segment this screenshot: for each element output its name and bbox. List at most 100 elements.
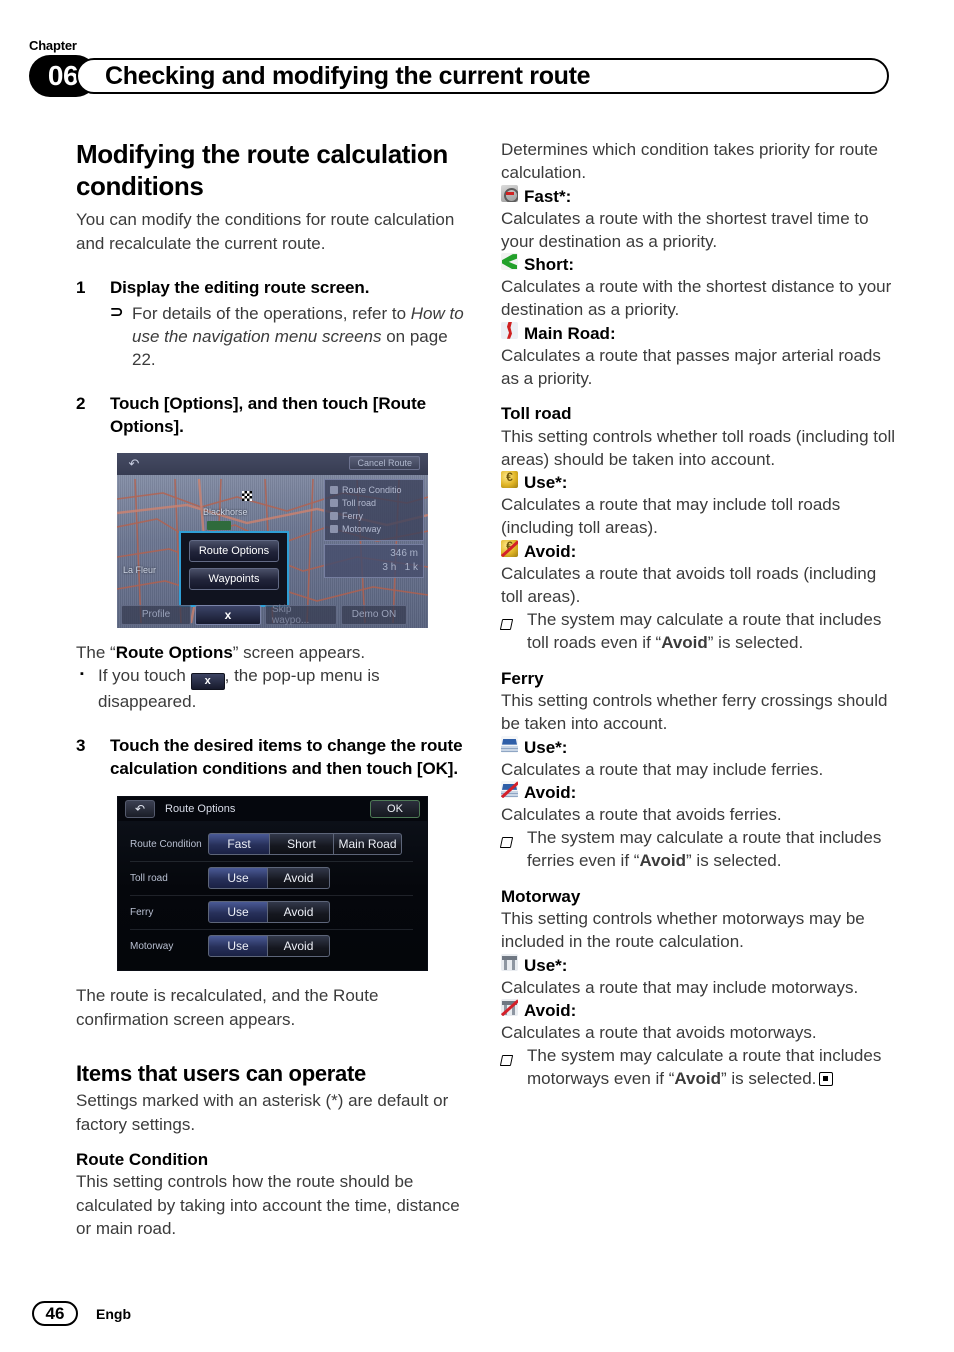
popup-route-options-button[interactable]: Route Options: [189, 539, 279, 562]
setting-label: Motorway: [130, 940, 174, 952]
section-heading-modifying-route: Modifying the route calculation conditio…: [76, 139, 448, 202]
motorway-avoid-description: Calculates a route that avoids motorways…: [501, 1022, 817, 1042]
ferry-avoid-entry: Avoid:: [501, 780, 896, 803]
note-rect-bullet-icon: [499, 1044, 527, 1091]
demo-toggle-button[interactable]: Demo ON: [341, 604, 407, 625]
motorway-avoid-note-text: The system may calculate a route that in…: [527, 1046, 882, 1089]
route-condition-priority-text: Determines which condition takes priorit…: [501, 140, 878, 183]
motorway-use-entry: Use*:: [501, 953, 896, 976]
short-description: Calculates a route with the shortest dis…: [501, 277, 892, 320]
map-route-info-panel: Route Conditio Toll road Ferry Motorway …: [324, 478, 424, 589]
ferry-use-label: Use*:: [524, 737, 568, 757]
motorway-overpass-icon: [501, 953, 518, 971]
toll-icon: [330, 499, 338, 508]
route-options-title-bar: ↶ Route Options OK: [118, 797, 427, 822]
motorway-avoid-note: The system may calculate a route that in…: [499, 1044, 896, 1091]
step-1: 1 Display the editing route screen.: [76, 277, 471, 300]
toll-road-description: This setting controls whether toll roads…: [501, 426, 896, 469]
section-intro-text: You can modify the conditions for route …: [76, 210, 455, 253]
toll-coin-slashed-icon: [501, 539, 518, 557]
ferry-use-button[interactable]: Use: [208, 901, 268, 924]
ferry-use-entry: Use*:: [501, 735, 896, 758]
route-condition-short-button[interactable]: Short: [270, 833, 334, 856]
page-title: Checking and modifying the current route: [105, 61, 591, 90]
route-options-settings-list: Route Condition Fast Short Main Road Tol…: [118, 821, 427, 971]
step-2: 2 Touch [Options], and then touch [Route…: [76, 393, 471, 438]
setting-row-toll-road: Toll road Use Avoid: [118, 861, 427, 895]
setting-row-route-condition: Route Condition Fast Short Main Road: [118, 827, 427, 861]
ferry-boat-icon: [501, 735, 518, 753]
fast-label: Fast*:: [524, 186, 572, 206]
cancel-route-button[interactable]: Cancel Route: [349, 455, 420, 470]
list-item-label: Motorway: [342, 523, 382, 534]
ok-button[interactable]: OK: [370, 800, 420, 819]
ferry-description: This setting controls whether ferry cros…: [501, 691, 888, 734]
profile-button[interactable]: Profile: [121, 604, 191, 625]
motorway-overpass-slashed-icon: [501, 998, 518, 1016]
list-item-label: Toll road: [342, 497, 377, 508]
route-condition-fast-entry: Fast*:: [501, 184, 896, 207]
step-1-reference-text: For details of the operations, refer to …: [132, 303, 464, 370]
note-rect-bullet-icon: [499, 826, 527, 873]
list-item: Motorway: [330, 523, 418, 536]
step-2-number: 2: [76, 394, 86, 414]
back-arrow-icon[interactable]: ↶: [126, 456, 142, 471]
popup-waypoints-button[interactable]: Waypoints: [189, 567, 279, 590]
toll-avoid-note-text: The system may calculate a route that in…: [527, 610, 882, 653]
ferry-avoid-button[interactable]: Avoid: [268, 901, 330, 924]
heading-ferry: Ferry: [501, 668, 544, 688]
toll-use-description: Calculates a route that may include toll…: [501, 495, 841, 538]
page-header: Chapter 06 Checking and modifying the cu…: [0, 0, 954, 105]
condition-icon: [330, 486, 338, 495]
destination-flag-icon: [242, 490, 252, 501]
route-condition-main-road-button[interactable]: Main Road: [334, 833, 402, 856]
square-bullet-icon: ▪: [80, 667, 84, 680]
motorway-button-group: Use Avoid: [208, 935, 330, 958]
map-bottom-bar: Profile x Skip waypo... Demo ON: [117, 602, 428, 628]
ferry-avoid-note: The system may calculate a route that in…: [499, 826, 896, 873]
toll-road-button-group: Use Avoid: [208, 867, 330, 890]
list-item-label: Route Conditio: [342, 484, 402, 495]
popup-dismiss-note-text: If you touch x, the pop-up menu is disap…: [98, 665, 380, 711]
route-condition-description: This setting controls how the route shou…: [76, 1172, 460, 1238]
ferry-avoid-label: Avoid:: [524, 782, 577, 802]
skip-waypoint-button[interactable]: Skip waypo...: [265, 604, 337, 626]
ferry-avoid-note-text: The system may calculate a route that in…: [527, 828, 882, 871]
motorway-use-label: Use*:: [524, 955, 568, 975]
motorway-use-description: Calculates a route that may include moto…: [501, 977, 859, 997]
toll-avoid-label: Avoid:: [524, 541, 577, 561]
back-arrow-icon[interactable]: ↶: [125, 800, 155, 819]
motorway-avoid-entry: Avoid:: [501, 998, 896, 1021]
motorway-use-button[interactable]: Use: [208, 935, 268, 958]
toll-avoid-entry: Avoid:: [501, 539, 896, 562]
route-condition-list: Route Conditio Toll road Ferry Motorway: [324, 478, 424, 541]
fast-compass-icon: [501, 184, 518, 202]
toll-use-label: Use*:: [524, 473, 568, 493]
toll-road-avoid-button[interactable]: Avoid: [268, 867, 330, 890]
ferry-button-group: Use Avoid: [208, 901, 330, 924]
setting-label: Toll road: [130, 872, 168, 884]
toll-avoid-note: The system may calculate a route that in…: [499, 608, 896, 655]
setting-label: Ferry: [130, 906, 154, 918]
toll-road-use-button[interactable]: Use: [208, 867, 268, 890]
main-road-label: Main Road:: [524, 323, 616, 343]
ferry-use-description: Calculates a route that may include ferr…: [501, 759, 824, 779]
step-3-number: 3: [76, 736, 86, 756]
route-options-appears-text: The “Route Options” screen appears.: [76, 642, 366, 662]
options-popup-menu: Route Options Waypoints: [179, 530, 289, 612]
motorway-avoid-button[interactable]: Avoid: [268, 935, 330, 958]
heading-motorway: Motorway: [501, 886, 581, 906]
step-1-number: 1: [76, 278, 86, 298]
heading-route-condition: Route Condition: [76, 1150, 209, 1169]
left-column: Modifying the route calculation conditio…: [76, 138, 471, 1240]
section-heading-items-users-operate: Items that users can operate: [76, 1061, 366, 1087]
short-label: Short:: [524, 255, 575, 275]
page-footer: 46 Engb: [0, 1282, 954, 1352]
setting-row-ferry: Ferry Use Avoid: [118, 895, 427, 929]
route-condition-main-road-entry: Main Road:: [501, 321, 896, 344]
route-condition-fast-button[interactable]: Fast: [208, 833, 270, 856]
popup-dismiss-note: ▪ If you touch x, the pop-up menu is dis…: [76, 664, 471, 713]
close-popup-button[interactable]: x: [195, 604, 261, 625]
motorway-avoid-label: Avoid:: [524, 1000, 577, 1020]
list-item: Route Conditio: [330, 484, 418, 497]
